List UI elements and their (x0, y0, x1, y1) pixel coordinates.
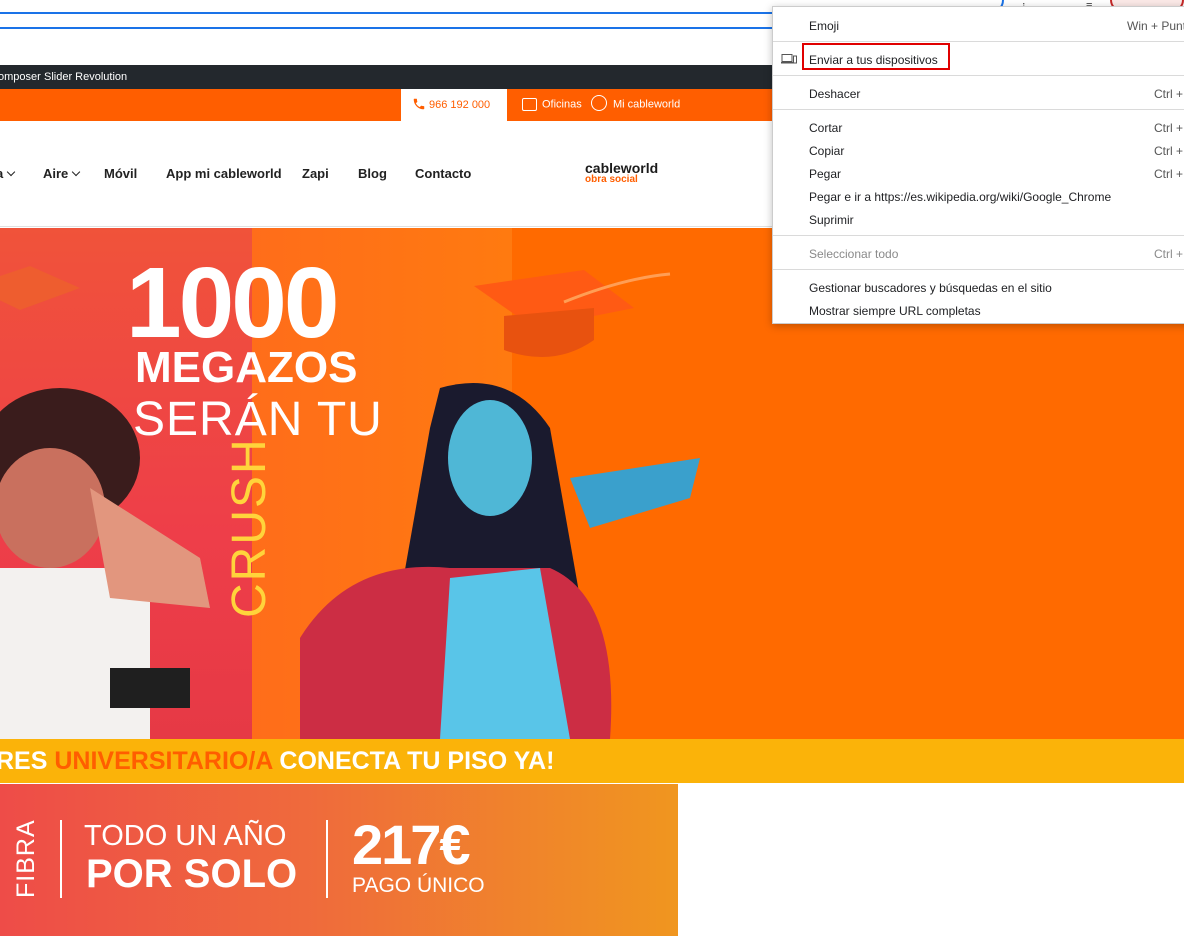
menu-item-copy[interactable]: Copiar Ctrl + (773, 139, 1184, 162)
menu-item-select-all[interactable]: Seleccionar todo Ctrl + (773, 242, 1184, 265)
menu-item-label: Suprimir (809, 213, 854, 227)
menu-item-paste[interactable]: Pegar Ctrl + (773, 162, 1184, 185)
wp-admin-bar: omposer Slider Revolution (0, 65, 772, 89)
logo-text: cableworld (585, 160, 659, 176)
menu-item-shortcut: Ctrl + (1154, 144, 1184, 158)
context-menu: Emoji Win + Punt Enviar a tus dispositiv… (772, 6, 1184, 324)
menu-item-label: Pegar e ir a https://es.wikipedia.org/wi… (809, 190, 1112, 204)
store-icon (522, 98, 537, 111)
nav-item-contacto[interactable]: Contacto (415, 166, 471, 181)
promo-divider (60, 820, 62, 898)
menu-item-label: Mostrar siempre URL completas (809, 304, 981, 318)
menu-item-shortcut: Ctrl + (1154, 247, 1184, 261)
phone-link[interactable]: 966 192 000 (401, 89, 507, 121)
main-navigation: a Aire Móvil App mi cableworld Zapi Blog… (0, 121, 772, 227)
promo-price: 217€ (352, 813, 471, 876)
chevron-down-icon (6, 167, 16, 177)
promo-strip-text: RES UNIVERSITARIO/A CONECTA TU PISO YA! (0, 747, 554, 776)
oficinas-label: Oficinas (542, 98, 582, 111)
nav-item-partial[interactable]: a (0, 166, 16, 181)
nav-item-label: a (0, 166, 3, 181)
menu-item-cut[interactable]: Cortar Ctrl + (773, 116, 1184, 139)
phone-icon (413, 98, 425, 110)
highlight-box (802, 43, 950, 70)
mi-cableworld-link[interactable]: Mi cableworld (591, 95, 681, 111)
promo-fibra-label: FIBRA (12, 819, 40, 898)
menu-item-label: Copiar (809, 144, 845, 158)
nav-item-movil[interactable]: Móvil (104, 166, 137, 181)
promo-divider (326, 820, 328, 898)
site-top-bar: 966 192 000 Oficinas Mi cableworld (0, 89, 772, 121)
menu-item-emoji[interactable]: Emoji Win + Punt (773, 14, 1184, 37)
nav-item-aire[interactable]: Aire (43, 166, 81, 181)
menu-separator (773, 109, 1184, 110)
menu-separator (773, 235, 1184, 236)
promo-price-note: PAGO ÚNICO (352, 874, 485, 897)
menu-item-label: Gestionar buscadores y búsquedas en el s… (809, 281, 1052, 295)
phone-number: 966 192 000 (429, 99, 491, 111)
strip-text-part: CONECTA TU PISO YA! (272, 747, 555, 775)
oficinas-link[interactable]: Oficinas (522, 98, 582, 111)
promo-line1: TODO UN AÑO (84, 820, 287, 852)
cableworld-logo[interactable]: cableworld obra social (585, 161, 658, 185)
menu-item-delete[interactable]: Suprimir (773, 208, 1184, 231)
menu-item-label: Seleccionar todo (809, 247, 899, 261)
admin-bar-item[interactable]: omposer (0, 71, 41, 83)
menu-item-shortcut: Win + Punt (1127, 19, 1184, 33)
menu-item-label: Pegar (809, 167, 842, 181)
nav-item-zapi[interactable]: Zapi (302, 166, 329, 181)
nav-item-blog[interactable]: Blog (358, 166, 387, 181)
menu-item-paste-and-go[interactable]: Pegar e ir a https://es.wikipedia.org/wi… (773, 185, 1184, 208)
nav-item-label: Aire (43, 166, 69, 181)
hero-number: 1000 (126, 247, 339, 359)
menu-item-label: Emoji (809, 19, 840, 33)
menu-item-shortcut: Ctrl + (1154, 121, 1184, 135)
promo-strip[interactable]: RES UNIVERSITARIO/A CONECTA TU PISO YA! (0, 739, 1184, 783)
menu-item-shortcut: Ctrl + (1154, 167, 1184, 181)
user-icon (591, 95, 607, 111)
strip-highlight: UNIVERSITARIO/A (54, 747, 273, 775)
admin-bar-item-slider-revolution[interactable]: Slider Revolution (44, 71, 127, 83)
mi-cableworld-label: Mi cableworld (613, 98, 681, 111)
menu-item-manage-search-engines[interactable]: Gestionar buscadores y búsquedas en el s… (773, 276, 1184, 299)
hero-crush: CRUSH (223, 437, 276, 618)
logo-subtext: obra social (585, 174, 638, 185)
hero-megazos: MEGAZOS (135, 343, 358, 392)
menu-separator (773, 75, 1184, 76)
graduation-cap-icon (474, 270, 671, 358)
menu-item-undo[interactable]: Deshacer Ctrl + (773, 82, 1184, 105)
address-bar-focus-line (0, 27, 772, 29)
menu-item-shortcut: Ctrl + (1154, 87, 1184, 101)
menu-item-always-show-full-urls[interactable]: Mostrar siempre URL completas (773, 299, 1184, 322)
menu-separator (773, 41, 1184, 42)
menu-item-label: Cortar (809, 121, 843, 135)
chevron-down-icon (72, 167, 81, 177)
nav-item-app-mi-cableworld[interactable]: App mi cableworld (166, 166, 282, 181)
menu-separator (773, 269, 1184, 270)
graduation-cap-icon (0, 266, 80, 310)
menu-item-label: Deshacer (809, 87, 861, 101)
promo-line2: POR SOLO (86, 852, 298, 896)
strip-text-part: RES (0, 747, 55, 775)
